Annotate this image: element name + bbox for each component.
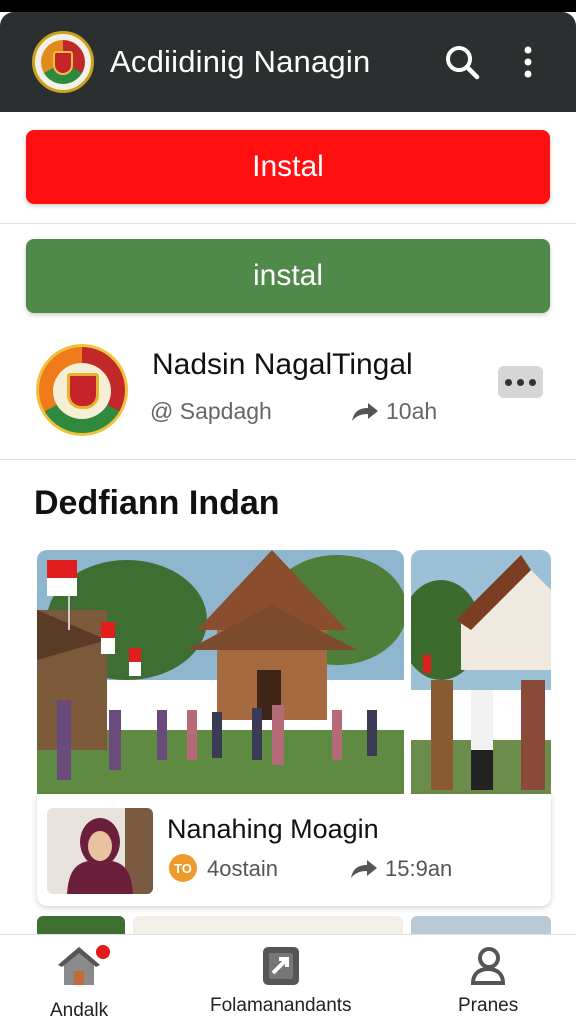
profile-card[interactable]: Nadsin NagalTingal @ Sapdagh 10ah — [0, 332, 576, 460]
nav-item-folamanandants[interactable]: Folamanandants — [210, 945, 352, 1017]
profile-avatar[interactable] — [36, 344, 128, 436]
village-photo — [37, 550, 404, 794]
nav-item-home[interactable]: Andalk — [50, 943, 113, 1022]
post-photo-side[interactable] — [411, 550, 551, 794]
search-icon — [446, 46, 480, 80]
next-post-preview[interactable] — [37, 916, 551, 934]
nav-item-pranes[interactable]: Pranes — [458, 945, 518, 1017]
more-vertical-icon — [524, 46, 532, 78]
search-button[interactable] — [438, 38, 486, 86]
install-section: Instal — [0, 112, 576, 224]
nav-label-pranes: Pranes — [458, 995, 519, 1016]
post-time-text: 15:9an — [385, 856, 453, 881]
post-count: 4ostain — [207, 856, 278, 881]
post-thumbnail — [47, 808, 153, 894]
more-horizontal-icon — [505, 378, 512, 386]
install-button-primary[interactable]: Instal — [26, 130, 550, 204]
status-bar — [0, 0, 576, 12]
emblem-logo-icon — [32, 31, 94, 93]
section-title: Dedfiann Indan — [34, 484, 280, 522]
profile-name: Nadsin NagalTingal — [152, 348, 413, 381]
share-arrow-icon — [352, 402, 378, 421]
post-card[interactable]: Nanahing Moagin TO 4ostain 15:9an — [37, 794, 551, 906]
app-bar: Acdiidinig Nanagin — [0, 12, 576, 112]
post-title: Nanahing Moagin — [167, 814, 379, 844]
profile-time: 10ah — [350, 398, 437, 425]
overflow-menu-button[interactable] — [504, 38, 552, 86]
peek-image — [37, 916, 125, 934]
main-content: Instal instal Nadsin NagalTingal @ Sapda… — [0, 112, 576, 934]
nav-label-home: Andalk — [50, 1000, 109, 1021]
bottom-nav: Andalk Folamanandants Pranes — [0, 934, 576, 1024]
post-time: 15:9an — [349, 856, 452, 882]
nav-label-folamanandants: Folamanandants — [210, 995, 352, 1016]
peek-image — [133, 916, 403, 934]
app-title: Acdiidinig Nanagin — [110, 44, 371, 79]
open-in-app-icon — [262, 947, 299, 985]
share-arrow-icon — [351, 860, 377, 878]
profile-more-button[interactable] — [498, 366, 543, 398]
install-button-secondary[interactable]: instal — [26, 239, 550, 313]
post-badge: TO — [169, 854, 197, 882]
profile-icon — [471, 947, 506, 985]
village-photo-side — [411, 550, 551, 794]
profile-time-text: 10ah — [386, 398, 438, 424]
post-photo-main[interactable] — [37, 550, 404, 794]
notification-badge — [94, 943, 113, 961]
profile-handle: @ Sapdagh — [150, 398, 272, 424]
peek-image — [411, 916, 551, 934]
